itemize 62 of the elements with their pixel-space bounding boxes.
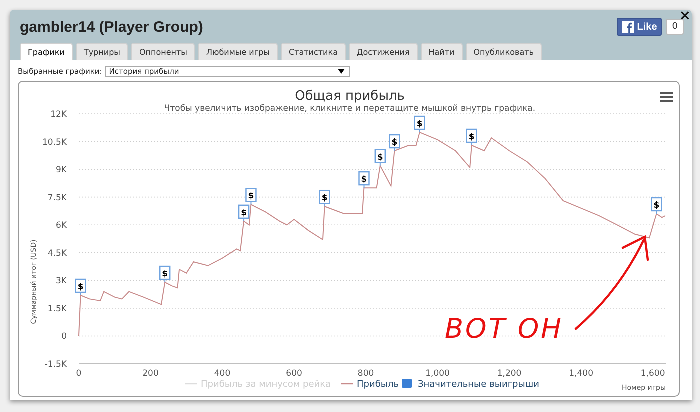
win-flag[interactable]: $ [319, 190, 330, 208]
annotation: $ [322, 194, 328, 204]
win-flag[interactable]: $ [414, 116, 426, 134]
win-flag[interactable]: $ [238, 204, 250, 222]
tab[interactable]: Опубликовать [466, 43, 542, 60]
like-button[interactable]: Like [617, 18, 662, 36]
y-tick-label: 12K [50, 110, 67, 120]
x-tick-label: 800 [358, 369, 374, 379]
like-count: 0 [666, 19, 684, 35]
chart-title: Общая прибыль [295, 89, 405, 104]
win-flag[interactable]: $ [389, 134, 400, 152]
y-tick-label: 0 [62, 332, 67, 342]
annotation: $ [468, 132, 475, 142]
y-tick-label: 1.5K [48, 304, 67, 314]
x-tick-label: 0 [76, 369, 82, 379]
x-tick-label: 1,600 [640, 369, 666, 379]
win-flag[interactable]: $ [246, 188, 257, 206]
tab[interactable]: Оппоненты [131, 43, 196, 60]
annotation: $ [654, 201, 660, 211]
dropdown-caret-icon [338, 68, 346, 74]
annotation: $ [78, 282, 84, 292]
chart-subtitle: Чтобы увеличить изображение, кликните и перетащите мышкой внутрь графика. [164, 104, 536, 114]
annotation: $ [241, 208, 248, 218]
x-tick-label: 200 [142, 369, 159, 379]
legend-item[interactable]: Прибыль [341, 380, 400, 390]
handwritten-note: ВОТ ОН [445, 314, 564, 345]
y-tick-label: 3K [56, 276, 67, 287]
annotation: $ [162, 270, 168, 280]
x-tick-label: 400 [214, 369, 231, 379]
x-tick-label: 600 [286, 369, 302, 379]
annotation: $ [248, 192, 254, 202]
tab[interactable]: Найти [420, 43, 463, 60]
facebook-icon [622, 21, 634, 33]
y-tick-label: 6K [56, 221, 67, 232]
x-tick-label: 1,000 [426, 369, 450, 379]
legend-label: Прибыль [357, 380, 400, 390]
annotation: $ [416, 120, 423, 130]
win-flag[interactable]: $ [651, 197, 662, 214]
tab[interactable]: Турниры [76, 43, 128, 60]
win-flag[interactable]: $ [358, 171, 370, 189]
legend-item[interactable]: Значительные выигрыши [402, 379, 540, 390]
win-flag[interactable]: $ [466, 128, 478, 146]
close-button[interactable]: × [679, 10, 691, 22]
annotation: $ [361, 175, 368, 186]
tab[interactable]: Графики [20, 43, 73, 60]
win-flag[interactable]: $ [75, 278, 86, 296]
win-flag[interactable]: $ [160, 266, 171, 284]
y-tick-label: 9K [56, 166, 67, 176]
y-tick-label: 10.5K [42, 138, 67, 148]
win-flag[interactable]: $ [374, 149, 386, 166]
annotation: $ [377, 152, 384, 163]
menu-icon[interactable] [660, 92, 673, 102]
tab[interactable]: Достижения [348, 43, 418, 60]
tab[interactable]: Статистика [280, 43, 346, 60]
y-tick-label: -1.5K [44, 360, 67, 370]
x-tick-label: 1,200 [497, 369, 522, 379]
y-tick-label: 4.5K [48, 248, 67, 259]
y-tick-label: 7.5K [48, 193, 67, 204]
window-title: gambler14 (Player Group) [20, 18, 204, 36]
annotation: $ [392, 138, 398, 148]
tab[interactable]: Любимые игры [198, 43, 278, 60]
x-tick-label: 1,400 [569, 369, 594, 379]
